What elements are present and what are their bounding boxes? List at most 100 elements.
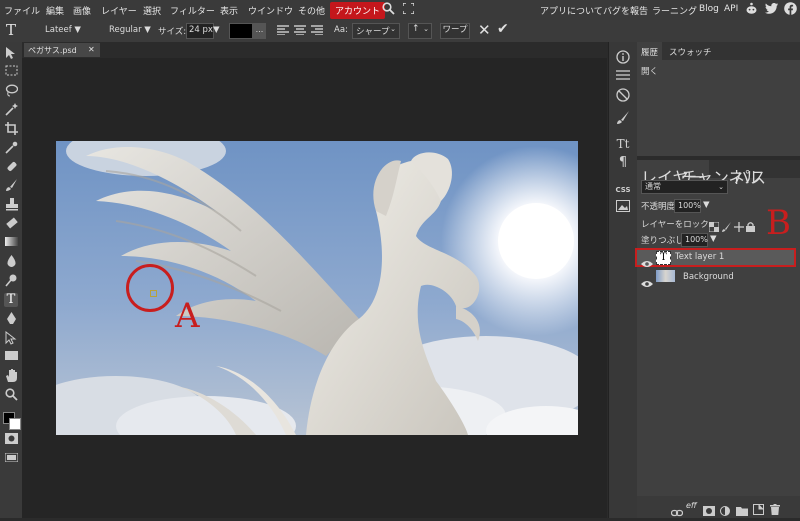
menu-more[interactable]: その他 bbox=[298, 4, 325, 17]
brush-settings-icon[interactable] bbox=[615, 111, 631, 127]
link-icon[interactable] bbox=[670, 502, 684, 521]
background-color-swatch[interactable] bbox=[9, 418, 21, 430]
align-center-icon[interactable] bbox=[294, 25, 306, 38]
eye-icon[interactable] bbox=[641, 273, 653, 292]
healing-brush-tool-icon[interactable] bbox=[4, 160, 18, 174]
paragraph-panel-icon[interactable]: ¶ bbox=[615, 155, 631, 171]
menu-view[interactable]: 表示 bbox=[220, 4, 238, 17]
text-layer-thumbnail: T bbox=[656, 251, 671, 265]
text-color-swatch[interactable] bbox=[229, 23, 253, 39]
menu-edit[interactable]: 編集 bbox=[46, 4, 64, 17]
clone-stamp-tool-icon[interactable] bbox=[4, 198, 18, 212]
lock-pixels-icon[interactable] bbox=[722, 217, 732, 236]
menu-learning[interactable]: ラーニング bbox=[652, 4, 697, 17]
adjustment-icon[interactable] bbox=[720, 501, 730, 520]
layer-name[interactable]: Text layer 1 bbox=[675, 252, 724, 262]
zoom-tool-icon[interactable] bbox=[4, 388, 18, 402]
menu-filter[interactable]: フィルター bbox=[170, 4, 215, 17]
mask-icon[interactable] bbox=[703, 501, 715, 520]
more-options-button[interactable]: ... bbox=[253, 23, 266, 39]
menu-api[interactable]: API bbox=[724, 4, 738, 14]
screen-mode-icon[interactable] bbox=[4, 452, 18, 466]
opacity-dropdown[interactable]: ▼ bbox=[703, 200, 710, 210]
warp-button[interactable]: ワープ bbox=[440, 23, 470, 39]
effects-icon[interactable]: eff bbox=[686, 501, 697, 510]
font-family-select[interactable]: Lateef ▼ bbox=[45, 25, 81, 35]
fill-input[interactable]: 100% bbox=[681, 233, 708, 247]
menu-layer[interactable]: レイヤー bbox=[101, 4, 137, 17]
menu-report-bug[interactable]: バグを報告 bbox=[603, 4, 648, 17]
menu-image[interactable]: 画像 bbox=[73, 4, 91, 17]
antialias-select[interactable]: シャープ ⌄ bbox=[352, 23, 400, 39]
layers-footer: eff bbox=[637, 496, 800, 518]
layers-panel-tabs: レイヤー チャンネル パス bbox=[637, 160, 800, 192]
shape-tool-icon[interactable] bbox=[4, 350, 18, 364]
css-panel-icon[interactable]: CSS bbox=[615, 182, 631, 198]
quick-mask-icon[interactable] bbox=[4, 433, 18, 447]
fullscreen-icon[interactable] bbox=[402, 2, 415, 17]
trash-icon[interactable] bbox=[770, 500, 780, 519]
options-bar: T Lateef ▼ Regular ▼ サイズ: 24 px ▼ ... Aa… bbox=[0, 20, 800, 42]
lock-position-icon[interactable] bbox=[734, 217, 744, 236]
new-layer-icon[interactable] bbox=[753, 500, 764, 519]
properties-icon[interactable] bbox=[615, 69, 631, 85]
opacity-input[interactable]: 100% bbox=[674, 199, 701, 213]
font-size-dropdown[interactable]: ▼ bbox=[213, 25, 220, 35]
character-panel-icon[interactable]: Tt bbox=[615, 136, 631, 152]
chevron-down-icon: ⌄ bbox=[718, 183, 724, 191]
gradient-tool-icon[interactable] bbox=[4, 236, 18, 250]
menu-about[interactable]: アプリについて bbox=[540, 4, 603, 17]
facebook-icon[interactable] bbox=[784, 2, 797, 18]
marquee-tool-icon[interactable] bbox=[4, 65, 18, 79]
align-right-icon[interactable] bbox=[311, 25, 323, 38]
menu-window[interactable]: ウインドウ bbox=[248, 4, 293, 17]
blend-mode-select[interactable]: 通常 ⌄ bbox=[641, 180, 728, 194]
font-style-select[interactable]: Regular ▼ bbox=[109, 25, 151, 35]
eyedropper-tool-icon[interactable] bbox=[4, 141, 18, 155]
crop-tool-icon[interactable] bbox=[4, 122, 18, 136]
path-select-tool-icon[interactable] bbox=[4, 330, 18, 345]
commit-icon[interactable]: ✔ bbox=[497, 21, 509, 37]
layer-row-text-layer-1[interactable]: T Text layer 1 bbox=[635, 248, 796, 267]
lasso-tool-icon[interactable] bbox=[4, 84, 18, 98]
type-tool-icon[interactable]: T bbox=[4, 293, 18, 307]
twitter-icon[interactable] bbox=[765, 3, 778, 17]
info-icon[interactable] bbox=[615, 50, 631, 66]
align-left-icon[interactable] bbox=[277, 25, 289, 38]
dodge-tool-icon[interactable] bbox=[4, 274, 18, 288]
document-tab[interactable]: ペガサス.psd ✕ bbox=[24, 43, 100, 57]
lock-all-icon[interactable] bbox=[746, 217, 755, 236]
tab-paths[interactable]: パス bbox=[734, 164, 766, 188]
font-size-input[interactable]: 24 px bbox=[186, 23, 214, 39]
reddit-icon[interactable] bbox=[745, 2, 758, 18]
cancel-icon[interactable]: ✕ bbox=[478, 21, 491, 39]
font-size-value: 24 px bbox=[189, 25, 213, 35]
search-icon[interactable] bbox=[382, 2, 395, 18]
menu-account[interactable]: アカウント bbox=[330, 2, 386, 19]
magic-wand-tool-icon[interactable] bbox=[4, 103, 18, 117]
annotation-label-b: B bbox=[766, 203, 791, 243]
hand-tool-icon[interactable] bbox=[4, 369, 18, 383]
move-tool-icon[interactable] bbox=[4, 46, 18, 60]
fill-dropdown[interactable]: ▼ bbox=[710, 234, 717, 244]
history-item-open[interactable]: 開く bbox=[641, 65, 658, 77]
opacity-label: 不透明度: bbox=[641, 202, 678, 212]
blend-mode-value: 通常 bbox=[645, 182, 661, 191]
folder-icon[interactable] bbox=[736, 501, 748, 520]
menu-bar: ファイル 編集 画像 レイヤー 選択 フィルター 表示 ウインドウ その他 アカ… bbox=[0, 0, 800, 20]
close-icon[interactable]: ✕ bbox=[88, 45, 95, 54]
image-panel-icon[interactable] bbox=[615, 200, 631, 216]
blur-tool-icon[interactable] bbox=[4, 255, 18, 269]
menu-select[interactable]: 選択 bbox=[143, 4, 161, 17]
menu-file[interactable]: ファイル bbox=[4, 4, 40, 17]
eraser-tool-icon[interactable] bbox=[4, 217, 18, 231]
brush-tool-icon[interactable] bbox=[4, 179, 18, 193]
pen-tool-icon[interactable] bbox=[4, 312, 18, 326]
layer-row-background[interactable]: Background bbox=[637, 268, 800, 287]
menu-blog[interactable]: Blog bbox=[699, 4, 719, 14]
navigator-icon[interactable] bbox=[615, 88, 631, 104]
tab-history[interactable]: 履歴 bbox=[637, 42, 663, 62]
layer-name[interactable]: Background bbox=[683, 272, 734, 282]
line-height-select[interactable]: ↑ ⌄ bbox=[408, 23, 432, 39]
tab-swatches[interactable]: スウォッチ bbox=[669, 46, 712, 58]
